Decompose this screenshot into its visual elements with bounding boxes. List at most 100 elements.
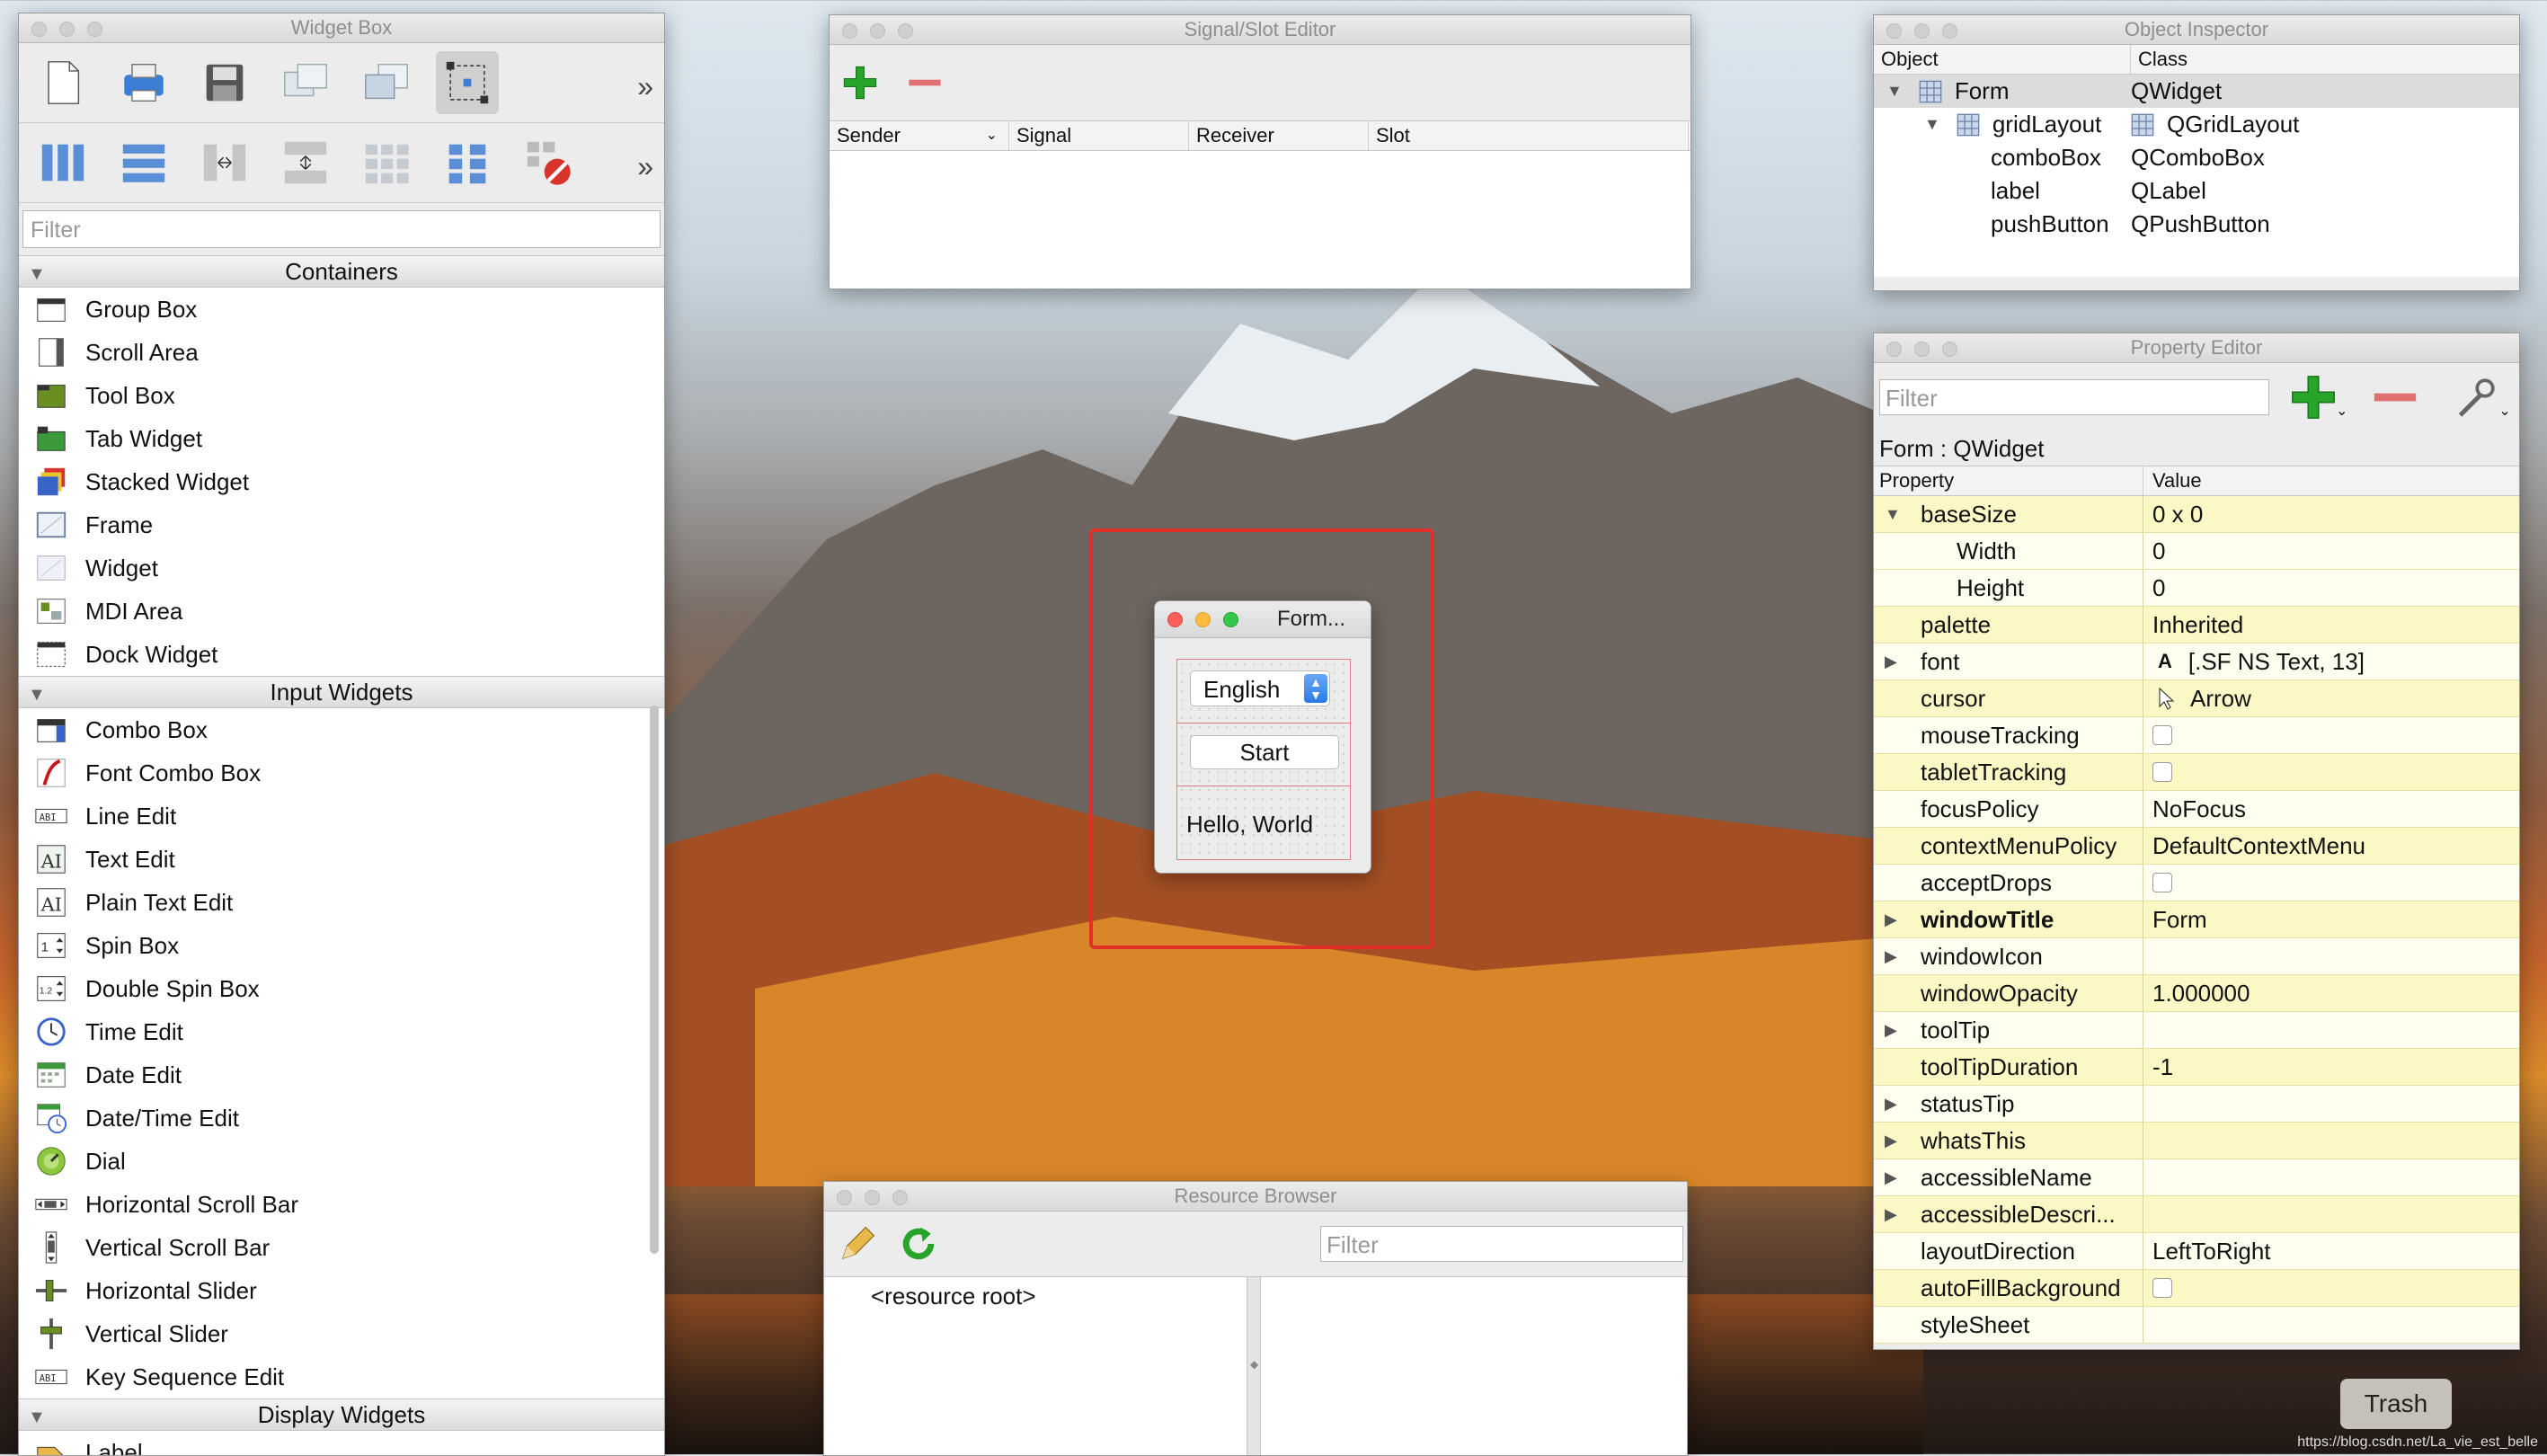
expand-triangle-icon[interactable]: ▼ bbox=[1924, 115, 1940, 134]
property-row-font[interactable]: ▶ font A [.SF NS Text, 13] bbox=[1874, 644, 2519, 680]
expand-triangle-icon[interactable]: ▼ bbox=[1886, 82, 1903, 101]
minus-icon[interactable] bbox=[905, 63, 945, 102]
property-filter-input[interactable]: Filter bbox=[1879, 379, 2269, 415]
autofillbackground-checkbox[interactable] bbox=[2152, 1278, 2172, 1298]
widget-item-group-box[interactable]: Group Box bbox=[19, 288, 664, 331]
property-editor-titlebar[interactable]: Property Editor bbox=[1874, 333, 2519, 363]
config-dropdown-icon[interactable]: ⌄ bbox=[2498, 402, 2510, 420]
property-row-cursor[interactable]: cursor Arrow bbox=[1874, 680, 2519, 717]
widget-item-frame[interactable]: Frame bbox=[19, 503, 664, 546]
send-to-back-button[interactable] bbox=[274, 51, 337, 114]
language-combo-box[interactable]: English ▲ ▼ bbox=[1190, 670, 1330, 706]
widget-item-date-edit[interactable]: Date Edit bbox=[19, 1053, 664, 1096]
widget-item-label[interactable]: Label bbox=[19, 1431, 664, 1455]
column-receiver[interactable]: Receiver bbox=[1189, 121, 1369, 150]
section-display-widgets[interactable]: ▼ Display Widgets bbox=[19, 1398, 664, 1431]
widget-filter-input[interactable]: Filter bbox=[22, 210, 661, 248]
expand-triangle-icon[interactable]: ▶ bbox=[1885, 1205, 1897, 1224]
plus-icon[interactable] bbox=[840, 63, 880, 102]
save-form-button[interactable] bbox=[193, 51, 256, 114]
layout-splitter-h-button[interactable] bbox=[193, 131, 256, 194]
break-layout-button[interactable] bbox=[517, 131, 580, 194]
widget-box-titlebar[interactable]: Widget Box bbox=[19, 13, 664, 43]
reload-icon[interactable] bbox=[898, 1223, 939, 1265]
widget-item-text-edit[interactable]: AI Text Edit bbox=[19, 838, 664, 881]
expand-triangle-icon[interactable]: ▶ bbox=[1885, 1168, 1897, 1187]
signal-slot-table-body[interactable] bbox=[830, 151, 1691, 289]
widget-item-plain-text-edit[interactable]: AI Plain Text Edit bbox=[19, 881, 664, 924]
property-row-accessiblename[interactable]: ▶ accessibleName bbox=[1874, 1159, 2519, 1196]
widget-item-combo-box[interactable]: Combo Box bbox=[19, 708, 664, 751]
layout-horizontal-button[interactable] bbox=[31, 131, 94, 194]
toolbar-overflow-icon-2[interactable]: » bbox=[637, 150, 653, 183]
widget-item-vertical-scroll-bar[interactable]: Vertical Scroll Bar bbox=[19, 1226, 664, 1269]
layout-grid-button[interactable] bbox=[355, 131, 418, 194]
widget-item-time-edit[interactable]: Time Edit bbox=[19, 1010, 664, 1053]
widget-item-key-sequence-edit[interactable]: ABI Key Sequence Edit bbox=[19, 1355, 664, 1398]
widget-item-widget[interactable]: Widget bbox=[19, 546, 664, 590]
property-row-whatsthis[interactable]: ▶ whatsThis bbox=[1874, 1123, 2519, 1159]
column-property[interactable]: Property bbox=[1874, 466, 2143, 495]
widget-item-double-spin-box[interactable]: 1.2 Double Spin Box bbox=[19, 967, 664, 1010]
property-row-stylesheet[interactable]: styleSheet bbox=[1874, 1307, 2519, 1344]
mousetracking-checkbox[interactable] bbox=[2152, 725, 2172, 745]
widget-item-stacked-widget[interactable]: Stacked Widget bbox=[19, 460, 664, 503]
expand-triangle-icon[interactable]: ▶ bbox=[1885, 1021, 1897, 1040]
widget-item-vertical-slider[interactable]: Vertical Slider bbox=[19, 1312, 664, 1355]
add-property-plus-icon[interactable] bbox=[2287, 371, 2339, 423]
column-signal[interactable]: Signal bbox=[1009, 121, 1189, 150]
bring-to-front-button[interactable] bbox=[355, 51, 418, 114]
property-row-statustip[interactable]: ▶ statusTip bbox=[1874, 1086, 2519, 1123]
widget-item-spin-box[interactable]: 1 Spin Box bbox=[19, 924, 664, 967]
object-row-label[interactable]: label QLabel bbox=[1874, 174, 2519, 208]
form-titlebar[interactable]: Form... bbox=[1155, 601, 1371, 638]
property-row-acceptdrops[interactable]: acceptDrops bbox=[1874, 865, 2519, 901]
object-row-pushbutton[interactable]: pushButton QPushButton bbox=[1874, 208, 2519, 241]
object-row-gridlayout[interactable]: ▼ gridLayout QGridLayout bbox=[1874, 108, 2519, 141]
widget-item-dock-widget[interactable]: Dock Widget bbox=[19, 633, 664, 676]
resource-tree[interactable]: <resource root> bbox=[824, 1277, 1247, 1455]
layout-vertical-button[interactable] bbox=[112, 131, 175, 194]
object-row-form[interactable]: ▼ Form QWidget bbox=[1874, 75, 2519, 108]
column-sender[interactable]: Sender ⌄ bbox=[830, 121, 1009, 150]
property-row-palette[interactable]: palette Inherited bbox=[1874, 607, 2519, 644]
object-row-combobox[interactable]: comboBox QComboBox bbox=[1874, 141, 2519, 174]
layout-form-button[interactable] bbox=[436, 131, 499, 194]
widget-item-mdi-area[interactable]: MDI Area bbox=[19, 590, 664, 633]
column-class[interactable]: Class bbox=[2131, 45, 2519, 74]
column-value[interactable]: Value bbox=[2143, 466, 2519, 495]
expand-triangle-icon[interactable]: ▶ bbox=[1885, 653, 1897, 671]
edit-widgets-button[interactable] bbox=[436, 51, 499, 114]
expand-triangle-icon[interactable]: ▶ bbox=[1885, 947, 1897, 966]
widget-box-scrollbar[interactable] bbox=[650, 706, 659, 1254]
widget-item-line-edit[interactable]: ABI Line Edit bbox=[19, 795, 664, 838]
open-form-button[interactable] bbox=[112, 51, 175, 114]
property-row-height[interactable]: Height 0 bbox=[1874, 570, 2519, 607]
grid-layout[interactable]: English ▲ ▼ Start Hello, World bbox=[1176, 659, 1351, 860]
property-row-contextmenupolicy[interactable]: contextMenuPolicy DefaultContextMenu bbox=[1874, 828, 2519, 865]
resource-filter-input[interactable]: Filter bbox=[1320, 1226, 1683, 1262]
property-row-layoutdirection[interactable]: layoutDirection LeftToRight bbox=[1874, 1233, 2519, 1270]
tablettracking-checkbox[interactable] bbox=[2152, 762, 2172, 782]
signal-slot-titlebar[interactable]: Signal/Slot Editor bbox=[830, 15, 1691, 45]
column-object[interactable]: Object bbox=[1874, 45, 2131, 74]
widget-item-tool-box[interactable]: Tool Box bbox=[19, 374, 664, 417]
property-row-focuspolicy[interactable]: focusPolicy NoFocus bbox=[1874, 791, 2519, 828]
resource-root-item[interactable]: <resource root> bbox=[871, 1283, 1036, 1310]
remove-property-minus-icon[interactable] bbox=[2369, 371, 2421, 423]
property-row-basesize[interactable]: ▼ baseSize 0 x 0 bbox=[1874, 496, 2519, 533]
column-slot[interactable]: Slot bbox=[1369, 121, 1689, 150]
property-row-width[interactable]: Width 0 bbox=[1874, 533, 2519, 570]
widget-item-horizontal-scroll-bar[interactable]: Horizontal Scroll Bar bbox=[19, 1183, 664, 1226]
start-button[interactable]: Start bbox=[1190, 735, 1339, 769]
widget-item-datetime-edit[interactable]: Date/Time Edit bbox=[19, 1096, 664, 1140]
expand-triangle-icon[interactable]: ▶ bbox=[1885, 1132, 1897, 1150]
property-row-tooltipduration[interactable]: toolTipDuration -1 bbox=[1874, 1049, 2519, 1086]
property-row-mousetracking[interactable]: mouseTracking bbox=[1874, 717, 2519, 754]
new-form-button[interactable] bbox=[31, 51, 94, 114]
property-row-tooltip[interactable]: ▶ toolTip bbox=[1874, 1012, 2519, 1049]
section-input-widgets[interactable]: ▼ Input Widgets bbox=[19, 676, 664, 708]
close-button[interactable] bbox=[1167, 612, 1183, 627]
expand-triangle-icon[interactable]: ▶ bbox=[1885, 1095, 1897, 1114]
resource-browser-titlebar[interactable]: Resource Browser bbox=[824, 1182, 1687, 1212]
